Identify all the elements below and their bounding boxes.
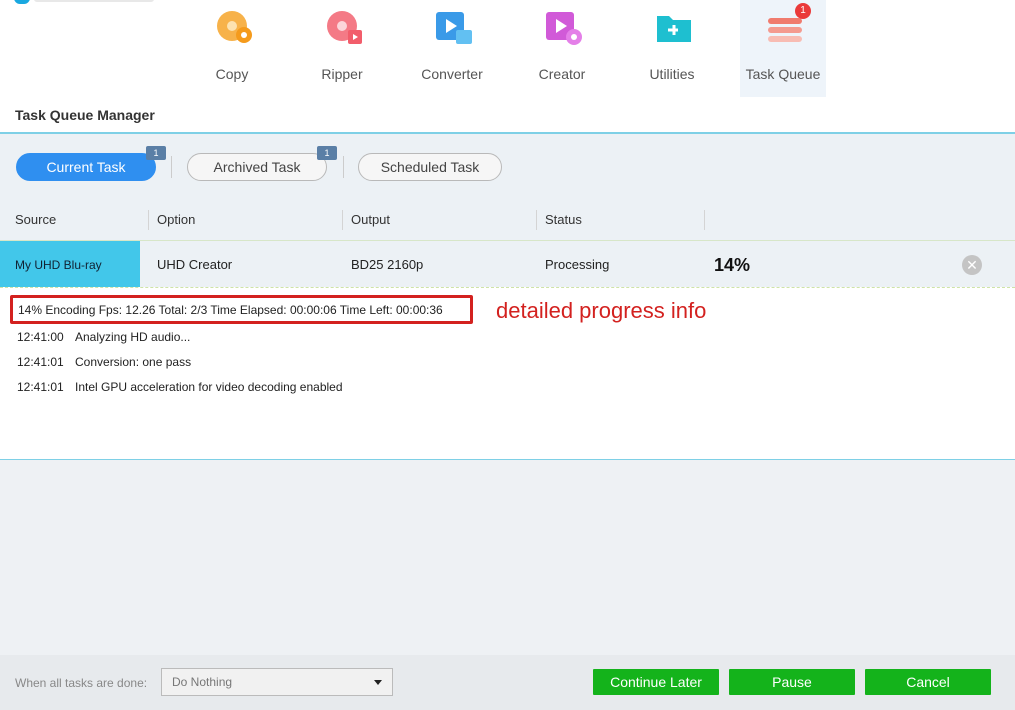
archived-task-count-badge: 1 xyxy=(317,146,337,160)
log-text: Conversion: one pass xyxy=(75,355,192,369)
tool-label: Task Queue xyxy=(745,66,821,82)
column-divider xyxy=(704,210,705,230)
annotation-label: detailed progress info xyxy=(496,298,707,323)
when-done-select[interactable]: Do Nothing xyxy=(161,668,393,696)
column-header-source: Source xyxy=(15,212,57,227)
column-divider xyxy=(342,210,343,230)
top-toolbar: Copy Ripper Converter Creator Utilities xyxy=(0,0,1015,97)
column-header-option: Option xyxy=(157,212,196,227)
task-row[interactable]: My UHD Blu-ray UHD Creator BD25 2160p Pr… xyxy=(0,240,1015,289)
cancel-button[interactable]: Cancel xyxy=(865,669,991,695)
column-header-status: Status xyxy=(545,212,582,227)
continue-later-button[interactable]: Continue Later xyxy=(593,669,719,695)
current-task-count-badge: 1 xyxy=(146,146,166,160)
tab-divider xyxy=(171,156,172,178)
log-time: 12:41:01 xyxy=(17,380,64,394)
log-time: 12:41:00 xyxy=(17,330,64,344)
log-line: 12:41:00 Analyzing HD audio... xyxy=(17,330,190,344)
column-divider xyxy=(148,210,149,230)
task-option: UHD Creator xyxy=(157,257,233,272)
utilities-folder-icon xyxy=(657,16,691,42)
log-text: Analyzing HD audio... xyxy=(75,330,191,344)
tool-label: Creator xyxy=(538,66,586,82)
tab-current-task[interactable]: Current Task xyxy=(16,153,156,181)
pause-button[interactable]: Pause xyxy=(729,669,855,695)
tool-ripper[interactable]: Ripper xyxy=(299,0,385,97)
task-source: My UHD Blu-ray xyxy=(0,241,140,289)
ripper-disc-icon xyxy=(327,11,362,44)
task-output: BD25 2160p xyxy=(351,257,424,272)
creator-disc-icon xyxy=(546,12,582,45)
remove-task-close-icon[interactable]: ✕ xyxy=(962,255,982,275)
tab-archived-task[interactable]: Archived Task xyxy=(187,153,327,181)
log-time: 12:41:01 xyxy=(17,355,64,369)
tool-label: Copy xyxy=(215,66,249,82)
app-logo-icon xyxy=(14,0,30,4)
empty-queue-area xyxy=(0,460,1015,655)
task-queue-count-badge: 1 xyxy=(795,3,811,19)
tool-label: Ripper xyxy=(321,66,363,82)
task-progress-percent: 14% xyxy=(714,255,751,275)
converter-film-icon xyxy=(436,12,472,44)
detailed-progress-info: 14% Encoding Fps: 12.26 Total: 2/3 Time … xyxy=(18,303,443,317)
tool-converter[interactable]: Converter xyxy=(409,0,495,97)
tool-label: Converter xyxy=(421,66,483,82)
log-text: Intel GPU acceleration for video decodin… xyxy=(75,380,343,394)
tool-creator[interactable]: Creator xyxy=(519,0,605,97)
when-done-label: When all tasks are done: xyxy=(15,676,148,690)
tool-label: Utilities xyxy=(649,66,695,82)
column-header-output: Output xyxy=(351,212,391,227)
when-done-value: Do Nothing xyxy=(172,675,233,689)
column-divider xyxy=(536,210,537,230)
tab-scheduled-task[interactable]: Scheduled Task xyxy=(358,153,502,181)
copy-disc-icon xyxy=(217,11,252,43)
page-title: Task Queue Manager xyxy=(15,107,155,123)
tool-utilities[interactable]: Utilities xyxy=(629,0,715,97)
tab-divider xyxy=(343,156,344,178)
log-line: 12:41:01 Intel GPU acceleration for video… xyxy=(17,380,343,394)
app-logo-text xyxy=(34,0,154,2)
chevron-down-icon xyxy=(374,680,382,685)
tool-copy[interactable]: Copy xyxy=(189,0,275,97)
task-detail-log: 14% Encoding Fps: 12.26 Total: 2/3 Time … xyxy=(0,287,1015,460)
log-line: 12:41:01 Conversion: one pass xyxy=(17,355,191,369)
tool-task-queue[interactable]: 1 Task Queue xyxy=(740,0,826,97)
task-status: Processing xyxy=(545,257,610,272)
footer-bar: When all tasks are done: Do Nothing Cont… xyxy=(0,655,1015,710)
